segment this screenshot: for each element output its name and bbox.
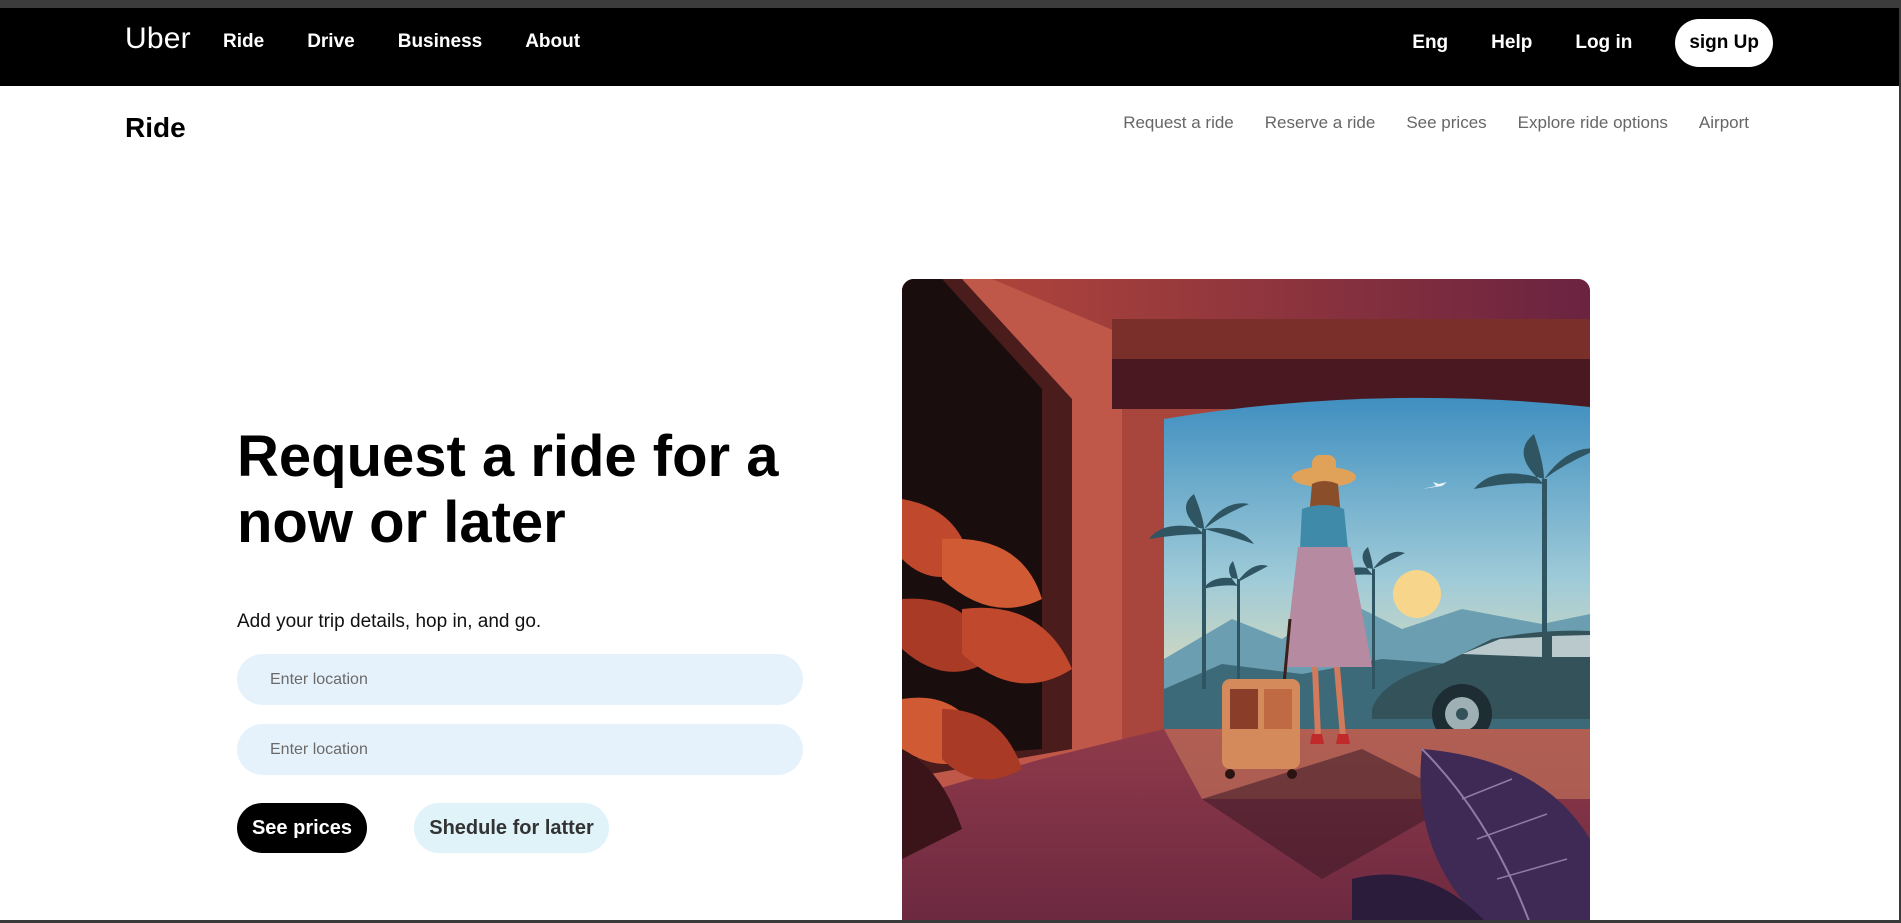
- top-navigation: Uber Ride Drive Business About Eng Help …: [0, 8, 1899, 86]
- browser-top-edge: [0, 0, 1901, 8]
- dropoff-location-input[interactable]: [237, 724, 803, 775]
- nav-business[interactable]: Business: [398, 31, 482, 53]
- subnav-airport[interactable]: Airport: [1699, 113, 1749, 133]
- hero-title: Request a ride for a now or later: [237, 424, 779, 555]
- hero-subtitle: Add your trip details, hop in, and go.: [237, 611, 542, 632]
- nav-language[interactable]: Eng: [1412, 32, 1448, 54]
- nav-login[interactable]: Log in: [1575, 32, 1632, 54]
- page: Uber Ride Drive Business About Eng Help …: [0, 8, 1899, 920]
- account-nav: Eng Help Log in sign Up: [1412, 19, 1773, 67]
- subnav-explore-options[interactable]: Explore ride options: [1518, 113, 1668, 133]
- signup-button[interactable]: sign Up: [1675, 19, 1773, 67]
- section-title: Ride: [125, 112, 186, 143]
- nav-help[interactable]: Help: [1491, 32, 1532, 54]
- travel-illustration: [902, 279, 1590, 920]
- primary-nav: Ride Drive Business About: [223, 31, 623, 53]
- nav-ride[interactable]: Ride: [223, 31, 264, 53]
- nav-drive[interactable]: Drive: [307, 31, 355, 53]
- see-prices-button[interactable]: See prices: [237, 803, 367, 853]
- nav-about[interactable]: About: [525, 31, 580, 53]
- pickup-location-input[interactable]: [237, 654, 803, 705]
- subnav-request-ride[interactable]: Request a ride: [1123, 113, 1234, 133]
- uber-logo[interactable]: Uber: [125, 22, 191, 56]
- subnav-see-prices[interactable]: See prices: [1406, 113, 1486, 133]
- subnav-reserve-ride[interactable]: Reserve a ride: [1265, 113, 1376, 133]
- schedule-later-button[interactable]: Shedule for latter: [414, 803, 609, 853]
- ride-subnav: Request a ride Reserve a ride See prices…: [1092, 113, 1749, 133]
